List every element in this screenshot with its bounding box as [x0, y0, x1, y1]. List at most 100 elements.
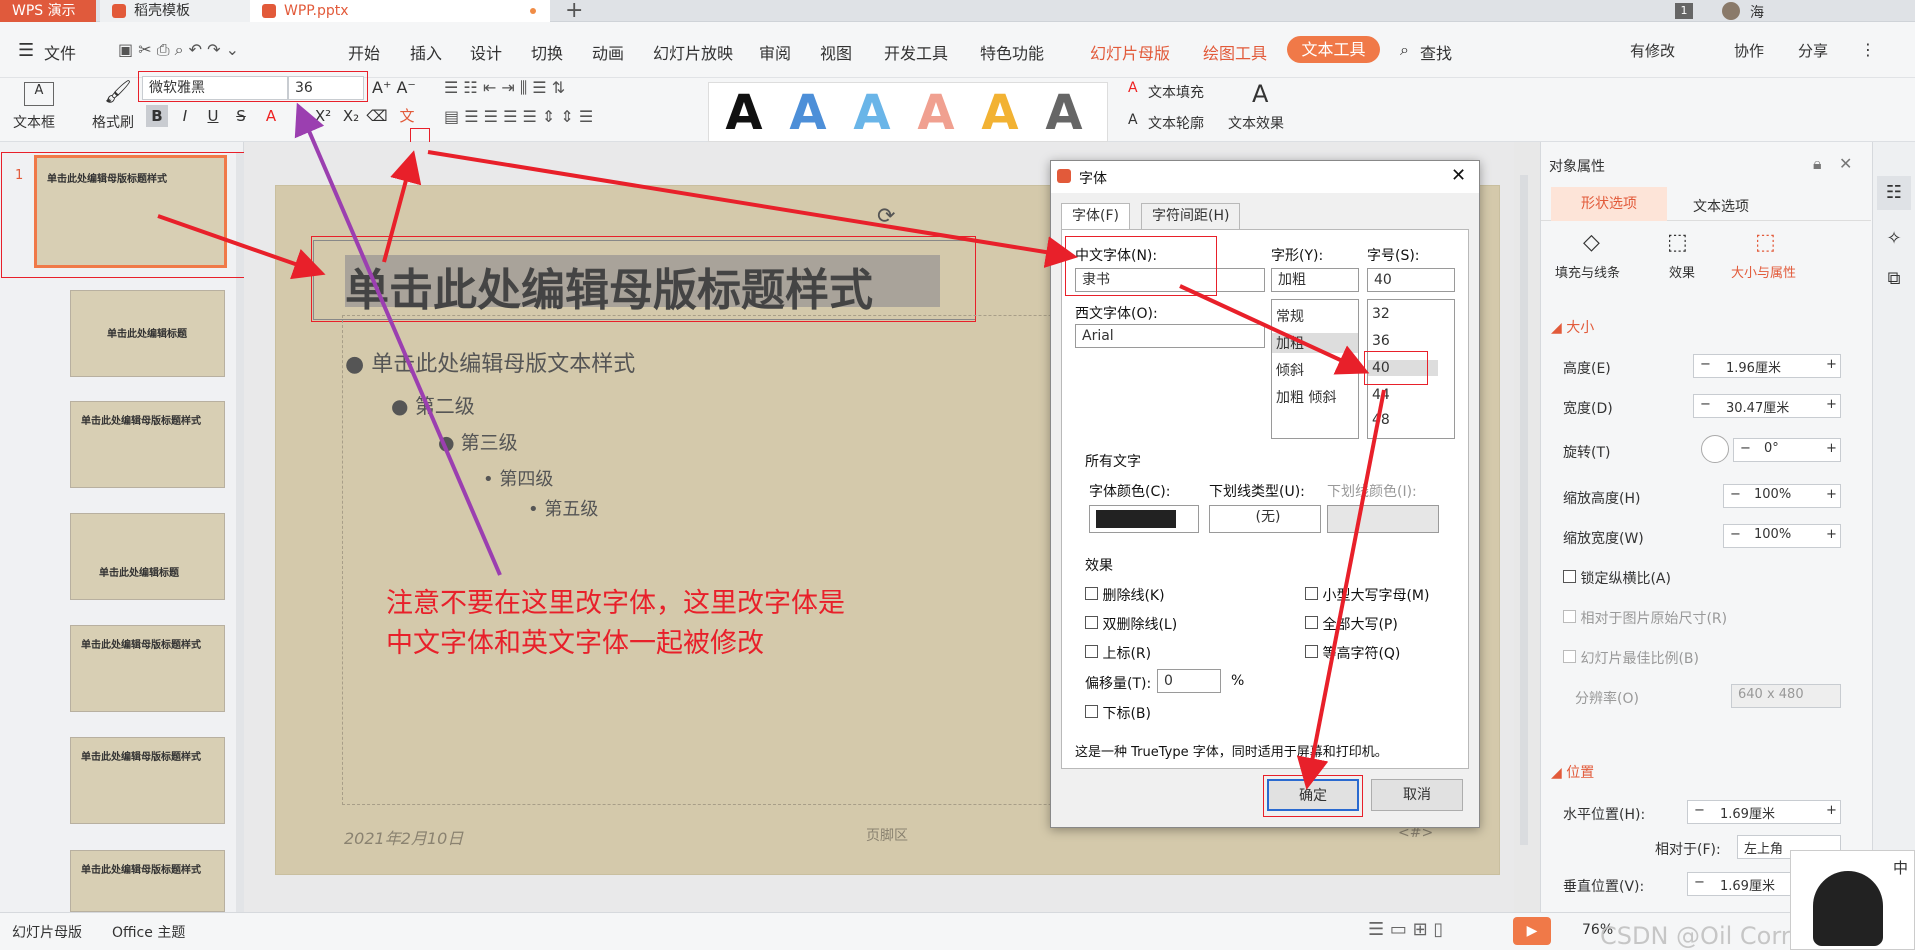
lock-icon[interactable]: 🔒︎ [1813, 154, 1822, 174]
fill-line-tab[interactable]: 填充与线条 [1555, 262, 1620, 281]
layout-thumbnail[interactable]: 单击此处编辑标题 [70, 290, 225, 377]
underline-select[interactable]: (无) [1209, 505, 1321, 533]
textbox-icon[interactable]: A [24, 82, 54, 106]
has-changes-button[interactable]: 有修改 [1630, 40, 1675, 61]
clear-format-icon[interactable]: ⌫ [366, 105, 388, 127]
layout-thumbnail[interactable]: 单击此处编辑母版标题样式 [70, 625, 225, 712]
pin-icon[interactable]: ✧ [1877, 222, 1911, 256]
layout-thumbnail[interactable]: 单击此处编辑母版标题样式 [70, 737, 225, 824]
west-font-select[interactable]: Arial [1075, 324, 1265, 348]
scale-width-input[interactable]: −100% + [1723, 524, 1841, 548]
layout-thumbnail[interactable]: 单击此处编辑母版标题样式 [70, 850, 225, 912]
ime-label[interactable]: 中 [1893, 857, 1908, 878]
format-brush-icon[interactable]: 🖌 [104, 80, 132, 108]
collaborate-button[interactable]: 协作 [1734, 40, 1764, 61]
tab-font[interactable]: 字体(F) [1061, 203, 1130, 229]
style-list[interactable]: 常规 加粗 倾斜 加粗 倾斜 [1271, 299, 1359, 439]
size-option[interactable]: 32 [1372, 306, 1390, 322]
double-strike-checkbox[interactable]: 双删除线(L) [1085, 614, 1177, 634]
all-caps-checkbox[interactable]: 全部大写(P) [1305, 614, 1398, 634]
menu-review[interactable]: 审阅 [759, 40, 791, 64]
size-option[interactable]: 36 [1372, 333, 1390, 349]
list-icons[interactable]: ☰ ☷ ⇤ ⇥ ⫼ ☰ ⇅ [444, 78, 565, 98]
share-button[interactable]: 分享 [1798, 40, 1828, 61]
text-fill-button[interactable]: 文本填充 [1148, 82, 1204, 102]
subscript-button[interactable]: X₂ [340, 105, 362, 127]
wordart-style-1[interactable]: A [714, 84, 774, 142]
rotation-dial[interactable] [1701, 435, 1729, 463]
canvas-scrollbar[interactable] [1520, 175, 1528, 845]
more-icon[interactable]: ⋮ [1860, 40, 1876, 59]
phonetic-icon[interactable]: 文 [396, 105, 418, 127]
superscript-checkbox[interactable]: 上标(R) [1085, 643, 1151, 663]
menu-view[interactable]: 视图 [820, 40, 852, 64]
bold-button[interactable]: B [146, 105, 168, 127]
wordart-style-2[interactable]: A [778, 84, 838, 142]
strikethrough-button[interactable]: S [230, 105, 252, 127]
menu-search[interactable]: 查找 [1420, 40, 1452, 64]
close-icon[interactable]: ✕ [1839, 154, 1852, 173]
text-effect-icon[interactable]: A [1252, 80, 1268, 108]
properties-icon[interactable]: ☷ [1877, 176, 1911, 210]
size-option[interactable]: 48 [1372, 412, 1390, 428]
fill-line-icon[interactable]: ◇ [1583, 230, 1600, 255]
menu-insert[interactable]: 插入 [410, 40, 442, 64]
cancel-button[interactable]: 取消 [1371, 779, 1463, 811]
superscript-button[interactable]: X² [312, 105, 334, 127]
format-brush-button[interactable]: 格式刷 [92, 112, 134, 132]
scale-height-input[interactable]: −100% + [1723, 484, 1841, 508]
menu-design[interactable]: 设计 [470, 40, 502, 64]
style-option[interactable]: 常规 [1276, 306, 1304, 326]
size-props-tab[interactable]: 大小与属性 [1731, 262, 1796, 281]
height-input[interactable]: −1.96厘米 + [1693, 354, 1841, 378]
avatar[interactable] [1722, 2, 1740, 20]
font-color-button[interactable]: A [260, 105, 282, 127]
text-outline-icon[interactable]: A [1128, 112, 1138, 128]
rotation-input[interactable]: −0° + [1733, 438, 1841, 462]
wordart-style-4[interactable]: A [906, 84, 966, 142]
tab-text-options[interactable]: 文本选项 [1693, 196, 1749, 216]
size-option[interactable]: 44 [1372, 387, 1390, 403]
underline-button[interactable]: U [202, 105, 224, 127]
italic-button[interactable]: I [174, 105, 196, 127]
text-effect-button[interactable]: 文本效果 [1228, 113, 1284, 133]
text-outline-button[interactable]: 文本轮廓 [1148, 113, 1204, 133]
wordart-style-5[interactable]: A [970, 84, 1030, 142]
play-button[interactable]: ▶ [1513, 917, 1551, 945]
align-icons[interactable]: ▤ ☰ ☰ ☰ ☰ ⇕ ⇕ ☰ [444, 107, 593, 126]
rotate-handle-icon[interactable]: ⟳ [877, 204, 895, 229]
footer-placeholder[interactable]: 页脚区 [866, 825, 908, 845]
menu-file[interactable]: 文件 [44, 40, 76, 64]
grow-font-icon[interactable]: A⁺ A⁻ [372, 78, 416, 97]
tab-docer-templates[interactable]: 稻壳模板 [100, 0, 250, 22]
hpos-input[interactable]: −1.69厘米 + [1687, 800, 1841, 824]
date-placeholder[interactable]: 2021年2月10日 [344, 825, 463, 849]
style-option[interactable]: 倾斜 [1276, 360, 1304, 380]
style-option[interactable]: 加粗 倾斜 [1276, 387, 1336, 407]
width-input[interactable]: −30.47厘米 + [1693, 394, 1841, 418]
view-mode-icons[interactable]: ☰ ▭ ⊞ ▯ [1368, 919, 1443, 940]
size-props-icon[interactable]: ⬚ [1755, 230, 1776, 255]
status-theme[interactable]: Office 主题 [112, 922, 185, 942]
menu-icon[interactable]: ☰ [18, 40, 34, 61]
offset-input[interactable]: 0 [1157, 669, 1221, 693]
font-color-select[interactable] [1089, 505, 1199, 533]
layout-thumbnail[interactable]: 单击此处编辑标题 [70, 513, 225, 600]
wordart-style-6[interactable]: A [1034, 84, 1094, 142]
close-icon[interactable]: ✕ [1451, 165, 1466, 186]
pane-title[interactable]: 对象属性 [1549, 156, 1605, 176]
new-tab-button[interactable]: + [565, 0, 583, 23]
tab-char-spacing[interactable]: 字符间距(H) [1141, 203, 1241, 229]
menu-text-tools[interactable]: 文本工具 [1287, 36, 1380, 63]
app-brand[interactable]: WPS 演示 [0, 0, 96, 22]
menu-features[interactable]: 特色功能 [980, 40, 1044, 64]
search-icon[interactable]: ⌕ [1400, 40, 1409, 60]
effect-tab[interactable]: 效果 [1669, 262, 1695, 281]
menu-transition[interactable]: 切换 [531, 40, 563, 64]
lock-aspect-checkbox[interactable]: 锁定纵横比(A) [1563, 568, 1671, 588]
small-caps-checkbox[interactable]: 小型大写字母(M) [1305, 585, 1429, 605]
layout-thumbnail[interactable]: 单击此处编辑母版标题样式 [70, 401, 225, 488]
slide-title[interactable]: 单击此处编辑母版标题样式 [345, 254, 873, 318]
style-option[interactable]: 加粗 [1272, 333, 1358, 353]
tab-document[interactable]: WPP.pptx [250, 0, 550, 22]
